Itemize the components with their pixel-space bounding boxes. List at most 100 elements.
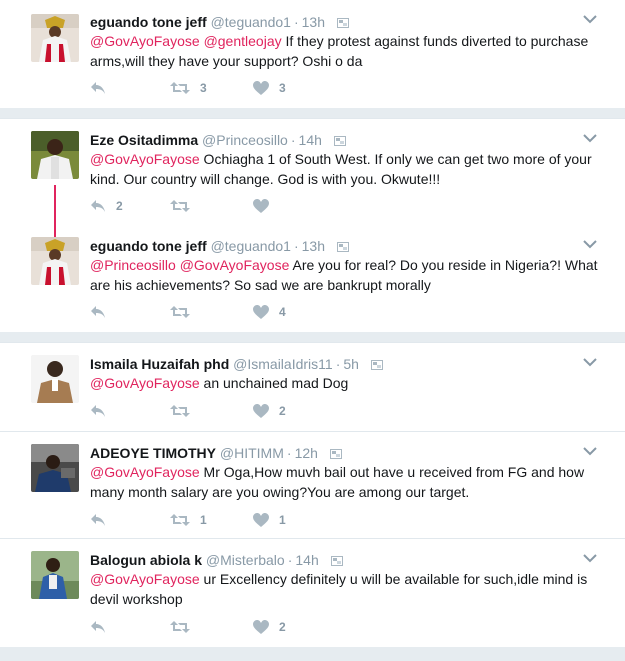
- retweet-icon: [170, 81, 190, 95]
- tweet-text: @Princeosillo @GovAyoFayose Are you for …: [90, 255, 600, 295]
- tweet-text: @GovAyoFayose Mr Oga,How muvh bail out h…: [90, 462, 600, 502]
- like-icon: [253, 404, 269, 418]
- timestamp[interactable]: 12h: [295, 445, 318, 461]
- like-icon: [253, 199, 269, 213]
- timestamp[interactable]: 13h: [302, 238, 325, 254]
- reply-button[interactable]: [90, 302, 116, 322]
- flag-icon: [330, 449, 342, 459]
- avatar[interactable]: [31, 131, 79, 179]
- like-button[interactable]: 3: [253, 78, 286, 98]
- retweet-button[interactable]: [170, 401, 200, 421]
- tweet-card[interactable]: Balogun abiola k @Misterbalo · 14h @GovAyo…: [0, 538, 625, 647]
- chevron-down-icon[interactable]: [583, 133, 597, 143]
- tweet-card[interactable]: ADEOYE TIMOTHY @HITIMM · 12h @GovAyoFayose…: [0, 431, 625, 539]
- chevron-down-icon[interactable]: [583, 446, 597, 456]
- mention-link[interactable]: @GovAyoFayose: [90, 571, 200, 587]
- reply-button[interactable]: [90, 617, 116, 637]
- display-name[interactable]: Eze Ositadimma: [90, 132, 198, 148]
- mention-link[interactable]: @GovAyoFayose: [90, 151, 200, 167]
- flag-icon: [334, 136, 346, 146]
- separator-dot: ·: [335, 356, 341, 372]
- like-count: 2: [279, 620, 286, 634]
- user-handle[interactable]: @IsmailaIdris11: [233, 356, 333, 372]
- mention-link[interactable]: @gentleojay: [204, 33, 282, 49]
- retweet-button[interactable]: [170, 302, 200, 322]
- reply-icon: [90, 620, 106, 634]
- avatar[interactable]: [31, 237, 79, 285]
- user-handle[interactable]: @Princeosillo: [202, 132, 288, 148]
- user-handle[interactable]: @teguando1: [211, 238, 291, 254]
- mention-link[interactable]: @GovAyoFayose: [90, 464, 200, 480]
- retweet-button[interactable]: 1: [170, 510, 207, 530]
- flag-icon: [337, 18, 349, 28]
- tweet-actions: 3 3: [90, 78, 390, 98]
- mention-link[interactable]: @GovAyoFayose: [180, 257, 290, 273]
- like-button[interactable]: 2: [253, 617, 286, 637]
- tweet-card[interactable]: Ismaila Huzaifah phd @IsmailaIdris11 · 5h …: [0, 342, 625, 432]
- reply-icon: [90, 305, 106, 319]
- reply-icon: [90, 513, 106, 527]
- mention-link[interactable]: @Princeosillo: [90, 257, 176, 273]
- display-name[interactable]: eguando tone jeff: [90, 14, 207, 30]
- tweet-actions: 2: [90, 617, 390, 637]
- chevron-down-icon[interactable]: [583, 14, 597, 24]
- tweet-actions: 1 1: [90, 510, 390, 530]
- like-button[interactable]: [253, 196, 279, 216]
- tweet-text: @GovAyoFayose Ochiagha 1 of South West. …: [90, 149, 600, 189]
- reply-button[interactable]: [90, 510, 116, 530]
- reply-icon: [90, 199, 106, 213]
- reply-button[interactable]: [90, 78, 116, 98]
- retweet-button[interactable]: [170, 617, 200, 637]
- chevron-down-icon[interactable]: [583, 357, 597, 367]
- retweet-icon: [170, 305, 190, 319]
- like-button[interactable]: 1: [253, 510, 286, 530]
- retweet-button[interactable]: 3: [170, 78, 207, 98]
- retweet-icon: [170, 404, 190, 418]
- reply-button[interactable]: 2: [90, 196, 123, 216]
- retweet-icon: [170, 199, 190, 213]
- avatar[interactable]: [31, 444, 79, 492]
- chevron-down-icon[interactable]: [583, 239, 597, 249]
- reply-icon: [90, 81, 106, 95]
- like-button[interactable]: 2: [253, 401, 286, 421]
- like-icon: [253, 513, 269, 527]
- like-count: 4: [279, 305, 286, 319]
- tweet-actions: 2: [90, 401, 390, 421]
- flag-icon: [331, 556, 343, 566]
- display-name[interactable]: ADEOYE TIMOTHY: [90, 445, 216, 461]
- timestamp[interactable]: 14h: [299, 132, 322, 148]
- timestamp[interactable]: 14h: [295, 552, 318, 568]
- tweet-text: @GovAyoFayose an unchained mad Dog: [90, 373, 600, 393]
- tweet-actions: 4: [90, 302, 390, 322]
- separator-dot: ·: [293, 14, 299, 30]
- chevron-down-icon[interactable]: [583, 553, 597, 563]
- retweet-count: 1: [200, 513, 207, 527]
- tweet-actions: 2: [90, 196, 390, 216]
- retweet-button[interactable]: [170, 196, 200, 216]
- display-name[interactable]: eguando tone jeff: [90, 238, 207, 254]
- timestamp[interactable]: 13h: [302, 14, 325, 30]
- user-handle[interactable]: @Misterbalo: [206, 552, 285, 568]
- tweet-card[interactable]: eguando tone jeff @teguando1 · 13h @GovAyo…: [0, 0, 625, 108]
- tweet-body: an unchained mad Dog: [199, 375, 349, 391]
- separator-dot: ·: [293, 238, 299, 254]
- avatar[interactable]: [31, 551, 79, 599]
- like-count: 1: [279, 513, 286, 527]
- like-icon: [253, 620, 269, 634]
- timestamp[interactable]: 5h: [343, 356, 359, 372]
- mention-link[interactable]: @GovAyoFayose: [90, 33, 200, 49]
- user-handle[interactable]: @teguando1: [211, 14, 291, 30]
- avatar[interactable]: [31, 355, 79, 403]
- reply-button[interactable]: [90, 401, 116, 421]
- thread-connector-line: [54, 185, 56, 237]
- display-name[interactable]: Balogun abiola k: [90, 552, 202, 568]
- like-button[interactable]: 4: [253, 302, 286, 322]
- mention-link[interactable]: @GovAyoFayose: [90, 375, 200, 391]
- reply-icon: [90, 404, 106, 418]
- avatar[interactable]: [31, 14, 79, 62]
- like-count: 2: [279, 404, 286, 418]
- user-handle[interactable]: @HITIMM: [220, 445, 284, 461]
- display-name[interactable]: Ismaila Huzaifah phd: [90, 356, 229, 372]
- reply-count: 2: [116, 199, 123, 213]
- separator-dot: ·: [287, 552, 293, 568]
